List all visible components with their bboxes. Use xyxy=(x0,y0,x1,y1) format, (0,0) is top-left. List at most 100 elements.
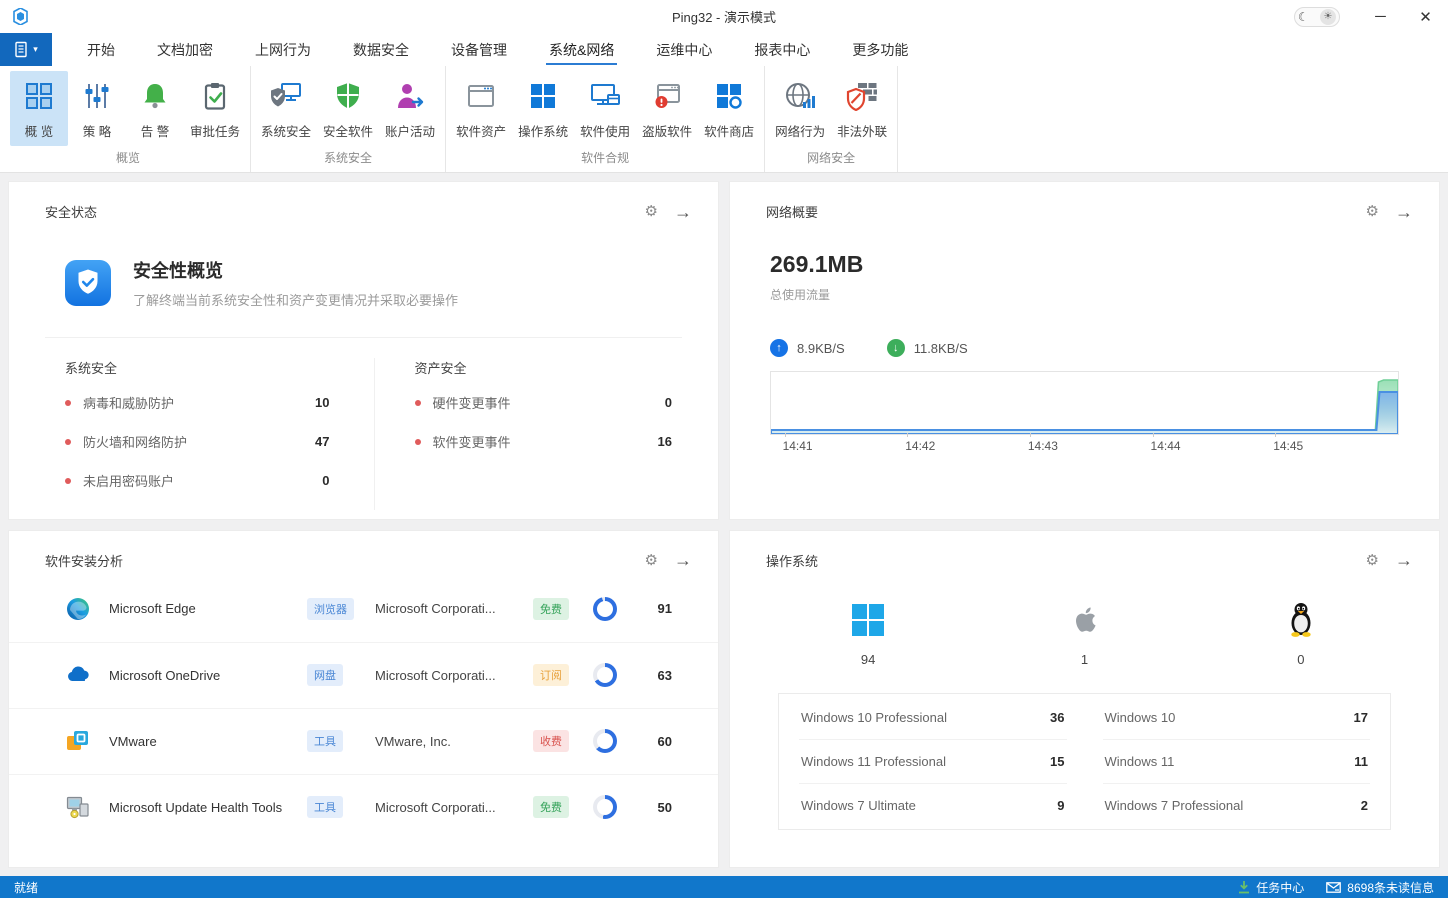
account-activity-button[interactable]: 账户活动 xyxy=(379,71,441,146)
ribbon-group-overview: 概 览 策 略 告 警 审批任务 概览 xyxy=(6,66,251,172)
main-menu-button[interactable]: ▾ xyxy=(0,33,52,66)
windows-logo-icon xyxy=(529,75,557,117)
tab-more-features[interactable]: 更多功能 xyxy=(831,33,929,66)
close-button[interactable]: ✕ xyxy=(1403,0,1448,33)
tab-doc-encrypt[interactable]: 文档加密 xyxy=(136,33,234,66)
overview-button[interactable]: 概 览 xyxy=(10,71,68,146)
install-progress-ring xyxy=(593,663,617,687)
ribbon-group-label: 概览 xyxy=(10,146,246,172)
install-count: 50 xyxy=(639,800,672,815)
install-progress-ring xyxy=(593,597,617,621)
software-assets-button[interactable]: 软件资产 xyxy=(450,71,512,146)
ribbon-group-label: 系统安全 xyxy=(255,146,441,172)
operating-system-panel: 操作系统 ⚙ → 94 1 xyxy=(729,530,1440,869)
settings-gear-icon[interactable]: ⚙ xyxy=(645,204,658,219)
app-window-icon xyxy=(466,75,496,117)
panel-title: 软件安装分析 xyxy=(45,551,123,570)
app-logo-icon xyxy=(0,8,40,25)
operating-system-button[interactable]: 操作系统 xyxy=(512,71,574,146)
os-breakdown-row: Windows 10 Professional 36 xyxy=(799,696,1067,740)
total-traffic-value: 269.1MB xyxy=(770,251,1403,278)
open-arrow-icon[interactable]: → xyxy=(1395,203,1413,221)
stat-row: 防火墙和网络防护 47 xyxy=(65,432,330,451)
menu-tab-row: ▾ 开始 文档加密 上网行为 数据安全 设备管理 系统&网络 运维中心 报表中心… xyxy=(0,33,1448,66)
sun-icon[interactable]: ☀ xyxy=(1320,9,1336,25)
tab-start[interactable]: 开始 xyxy=(66,33,136,66)
grid-overview-icon xyxy=(23,75,55,117)
software-list-item[interactable]: Microsoft Update Health Tools 工具 Microso… xyxy=(9,774,718,840)
software-name: Microsoft Edge xyxy=(109,601,307,616)
minimize-button[interactable]: ─ xyxy=(1358,0,1403,33)
update-health-tools-icon xyxy=(65,794,91,820)
traffic-chart xyxy=(770,371,1399,435)
ribbon-group-label: 网络安全 xyxy=(769,146,893,172)
alert-button[interactable]: 告 警 xyxy=(126,71,184,146)
linux-count: 0 xyxy=(1297,652,1304,667)
window-alert-icon xyxy=(652,75,682,117)
unread-messages-button[interactable]: 8698条未读信息 xyxy=(1326,879,1434,896)
ribbon-group-software-compliance: 软件资产 操作系统 软件使用 盗版软件 xyxy=(446,66,765,172)
tab-data-security[interactable]: 数据安全 xyxy=(332,33,430,66)
open-arrow-icon[interactable]: → xyxy=(1395,551,1413,569)
category-badge: 工具 xyxy=(307,796,343,818)
os-breakdown-row: Windows 11 11 xyxy=(1103,740,1371,784)
software-store-button[interactable]: 软件商店 xyxy=(698,71,760,146)
asset-security-section: 资产安全 硬件变更事件 0 软件变更事件 16 xyxy=(374,358,683,510)
tab-system-network[interactable]: 系统&网络 xyxy=(528,33,635,66)
section-title: 系统安全 xyxy=(65,358,330,377)
security-overview-desc: 了解终端当前系统安全性和资产变更情况并采取必要操作 xyxy=(133,290,458,309)
window-title: Ping32 - 演示模式 xyxy=(0,7,1448,26)
settings-gear-icon[interactable]: ⚙ xyxy=(1366,553,1379,568)
approval-tasks-button[interactable]: 审批任务 xyxy=(184,71,246,146)
software-name: Microsoft OneDrive xyxy=(109,668,307,683)
stat-row: 软件变更事件 16 xyxy=(415,432,673,451)
open-arrow-icon[interactable]: → xyxy=(674,551,692,569)
bell-icon xyxy=(140,75,170,117)
network-behavior-button[interactable]: 网络行为 xyxy=(769,71,831,146)
windows-logo-icon xyxy=(850,598,886,638)
moon-icon[interactable]: ☾ xyxy=(1298,11,1309,23)
system-security-button[interactable]: 系统安全 xyxy=(255,71,317,146)
panel-title: 安全状态 xyxy=(45,202,97,221)
software-list-item[interactable]: Microsoft Edge 浏览器 Microsoft Corporati..… xyxy=(9,576,718,642)
tab-report-center[interactable]: 报表中心 xyxy=(733,33,831,66)
apple-count: 1 xyxy=(1081,652,1088,667)
software-usage-button[interactable]: 软件使用 xyxy=(574,71,636,146)
os-breakdown-row: Windows 10 17 xyxy=(1103,696,1371,740)
category-badge: 工具 xyxy=(307,730,343,752)
install-count: 60 xyxy=(639,734,672,749)
security-software-button[interactable]: 安全软件 xyxy=(317,71,379,146)
shield-firewall-icon xyxy=(846,75,878,117)
install-count: 63 xyxy=(639,668,672,683)
software-name: Microsoft Update Health Tools xyxy=(109,800,307,815)
open-arrow-icon[interactable]: → xyxy=(674,203,692,221)
tab-device-mgmt[interactable]: 设备管理 xyxy=(430,33,528,66)
red-dot-icon xyxy=(415,400,421,406)
linux-tux-icon xyxy=(1285,598,1317,638)
tab-web-behavior[interactable]: 上网行为 xyxy=(234,33,332,66)
globe-chart-icon xyxy=(784,75,816,117)
onedrive-icon xyxy=(65,662,91,688)
software-list-item[interactable]: Microsoft OneDrive 网盘 Microsoft Corporat… xyxy=(9,642,718,708)
task-center-button[interactable]: 任务中心 xyxy=(1238,879,1304,896)
policy-button[interactable]: 策 略 xyxy=(68,71,126,146)
dashboard: 安全状态 ⚙ → 安全性概览 了解终端当前系统安全性和资产变更情况并采取必要操作… xyxy=(0,173,1448,876)
download-tasks-icon xyxy=(1238,881,1250,894)
red-dot-icon xyxy=(65,400,71,406)
software-vendor: Microsoft Corporati... xyxy=(375,601,533,616)
illegal-connection-button[interactable]: 非法外联 xyxy=(831,71,893,146)
settings-gear-icon[interactable]: ⚙ xyxy=(1366,204,1379,219)
software-list-item[interactable]: VMware 工具 VMware, Inc. 收费 60 xyxy=(9,708,718,774)
stat-row: 硬件变更事件 0 xyxy=(415,393,673,412)
settings-gear-icon[interactable]: ⚙ xyxy=(645,553,658,568)
store-grid-icon xyxy=(715,75,743,117)
shield-monitor-icon xyxy=(269,75,303,117)
security-shield-icon xyxy=(65,260,111,306)
upload-speed: ↑ 8.9KB/S xyxy=(770,339,845,357)
tab-ops-center[interactable]: 运维中心 xyxy=(635,33,733,66)
theme-toggle[interactable]: ☾ ☀ xyxy=(1294,7,1340,27)
install-progress-ring xyxy=(593,795,617,819)
download-arrow-icon: ↓ xyxy=(887,339,905,357)
pirated-software-button[interactable]: 盗版软件 xyxy=(636,71,698,146)
x-tick: 14:42 xyxy=(905,435,935,453)
